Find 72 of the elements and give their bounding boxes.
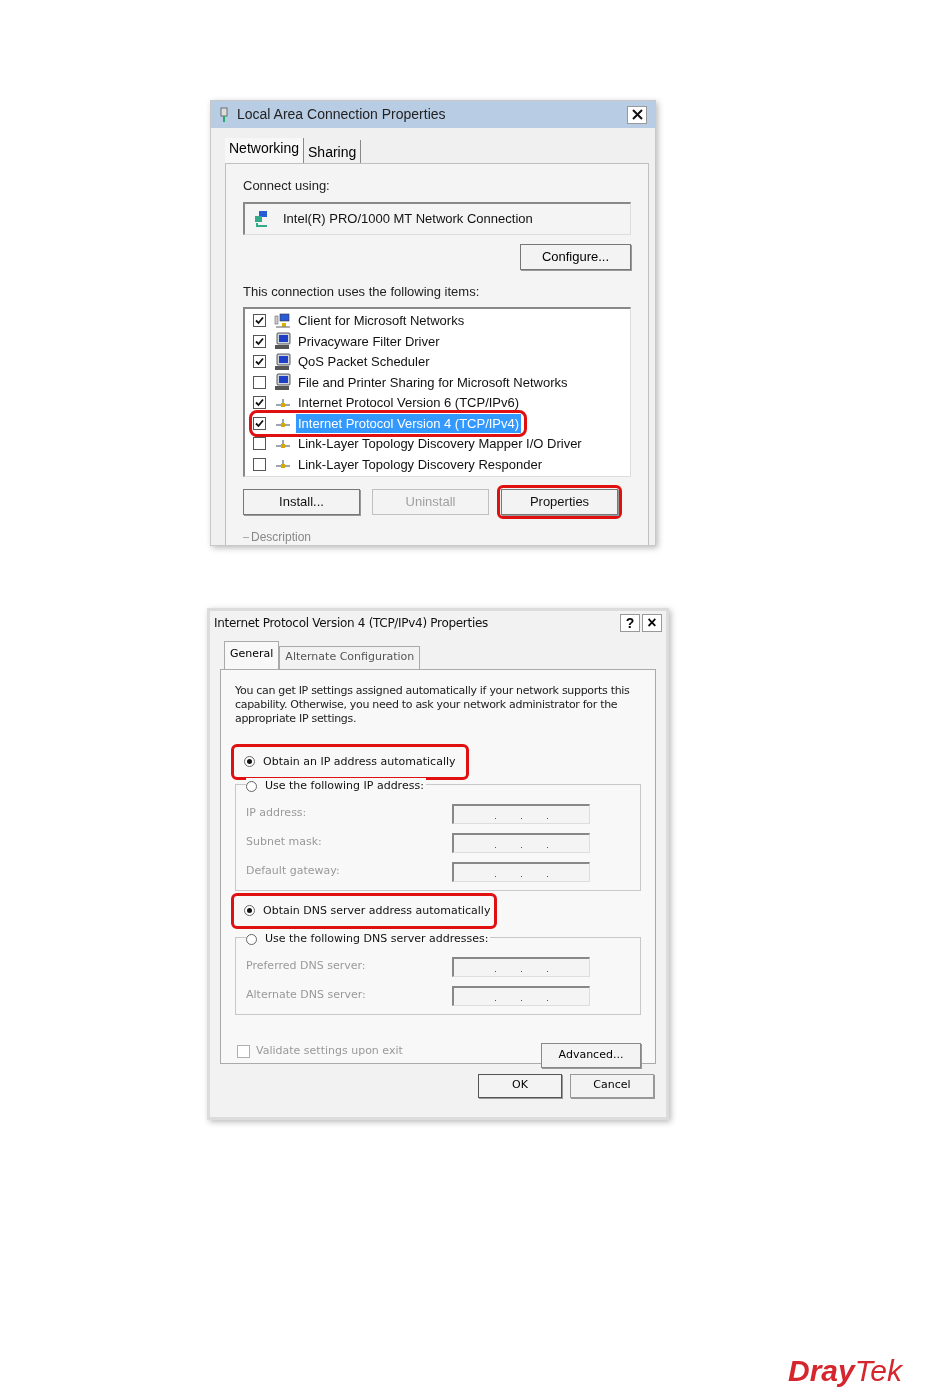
ip-address-field[interactable]: [452, 861, 590, 882]
checkbox[interactable]: [253, 416, 266, 430]
checkbox[interactable]: [253, 437, 266, 451]
dialog-button[interactable]: Cancel: [570, 1073, 654, 1098]
checkbox[interactable]: [253, 375, 266, 389]
list-item[interactable]: QoS Packet Scheduler: [253, 352, 434, 372]
group-label: Description: [251, 529, 312, 545]
logo: DrayTek: [788, 1353, 904, 1389]
item-label: QoS Packet Scheduler: [297, 353, 431, 371]
radio-button[interactable]: [246, 933, 257, 945]
list-item[interactable]: Client for Microsoft Networks: [253, 311, 469, 331]
radio-label: Use the following IP address:: [265, 778, 424, 794]
item-label: Link-Layer Topology Discovery Mapper I/O Driver: [297, 435, 583, 453]
list-item[interactable]: Internet Protocol Version 6 (TCP/IPv6): [253, 393, 524, 413]
checkbox[interactable]: [253, 355, 266, 369]
dialog-button[interactable]: OK: [478, 1073, 562, 1098]
radio-button[interactable]: [244, 756, 255, 768]
checkbox[interactable]: [253, 457, 266, 471]
window-title: Internet Protocol Version 4 (TCP/IPv4) Properties: [214, 615, 489, 632]
checkbox[interactable]: [253, 334, 266, 348]
item-label: File and Printer Sharing for Microsoft Networks: [297, 373, 569, 392]
tab[interactable]: Networking: [225, 138, 305, 163]
item-label: Client for Microsoft Networks: [297, 312, 466, 330]
protocol-icon: [274, 459, 292, 470]
radio-button[interactable]: [246, 780, 257, 792]
list-item[interactable]: Link-Layer Topology Discovery Mapper I/O Driver: [253, 434, 586, 454]
help-button[interactable]: ?: [620, 614, 640, 632]
network-plug-icon: [219, 106, 229, 123]
close-icon: [631, 109, 643, 120]
field-label: Connect using:: [243, 177, 331, 195]
advanced-button[interactable]: Advanced...: [541, 1042, 641, 1068]
field-label: Preferred DNS server:: [246, 958, 366, 975]
close-button[interactable]: [627, 105, 647, 124]
close-button[interactable]: ×: [642, 614, 662, 632]
intro-text: You can get IP settings assigned automatically if your network supports this capability. Otherwise, you need to ask your network administrator for the appropriate IP settings.: [235, 683, 631, 726]
list-item[interactable]: Privacyware Filter Driver: [253, 331, 444, 351]
protocol-icon: [274, 418, 292, 429]
configure-button[interactable]: Configure...: [520, 243, 631, 270]
radio-label: Obtain DNS server address automatically: [263, 902, 491, 919]
protocol-icon: [274, 438, 292, 449]
tab[interactable]: General: [224, 641, 280, 669]
network-client-icon: [274, 312, 292, 329]
checkbox-label: Validate settings upon exit: [256, 1042, 403, 1059]
window-title: Local Area Connection Properties: [237, 105, 447, 124]
item-label: Privacyware Filter Driver: [297, 332, 441, 351]
field-label: Subnet mask:: [246, 834, 322, 851]
computer-icon: [274, 332, 292, 351]
ip-address-field[interactable]: [452, 832, 590, 853]
list-item[interactable]: File and Printer Sharing for Microsoft Networks: [253, 372, 572, 392]
adapter-name: Intel(R) PRO/1000 MT Network Connection: [283, 209, 533, 228]
list-item[interactable]: Link-Layer Topology Discovery Responder: [253, 454, 546, 474]
computer-icon: [274, 352, 292, 371]
field-label: IP address:: [246, 805, 307, 822]
field-label: This connection uses the following items:: [243, 282, 481, 301]
action-button[interactable]: Install...: [243, 489, 360, 515]
checkbox[interactable]: [253, 396, 266, 410]
protocol-icon: [274, 397, 292, 408]
radio-label: Use the following DNS server addresses:: [265, 931, 489, 947]
computer-icon: [274, 373, 292, 392]
field-label: Default gateway:: [246, 863, 340, 880]
action-button[interactable]: Properties: [501, 489, 618, 515]
field-label: Alternate DNS server:: [246, 987, 366, 1004]
checkbox[interactable]: [253, 314, 266, 328]
radio-button[interactable]: [244, 905, 255, 917]
item-label: Internet Protocol Version 6 (TCP/IPv6): [297, 394, 521, 412]
ip-address-field[interactable]: [452, 956, 590, 977]
tab[interactable]: Alternate Configuration: [279, 646, 421, 669]
item-label: Internet Protocol Version 4 (TCP/IPv4): [296, 413, 522, 433]
radio-label: Obtain an IP address automatically: [263, 753, 456, 770]
item-label: Link-Layer Topology Discovery Responder: [297, 455, 543, 474]
ip-address-field[interactable]: [452, 803, 590, 824]
ip-address-field[interactable]: [452, 985, 590, 1006]
